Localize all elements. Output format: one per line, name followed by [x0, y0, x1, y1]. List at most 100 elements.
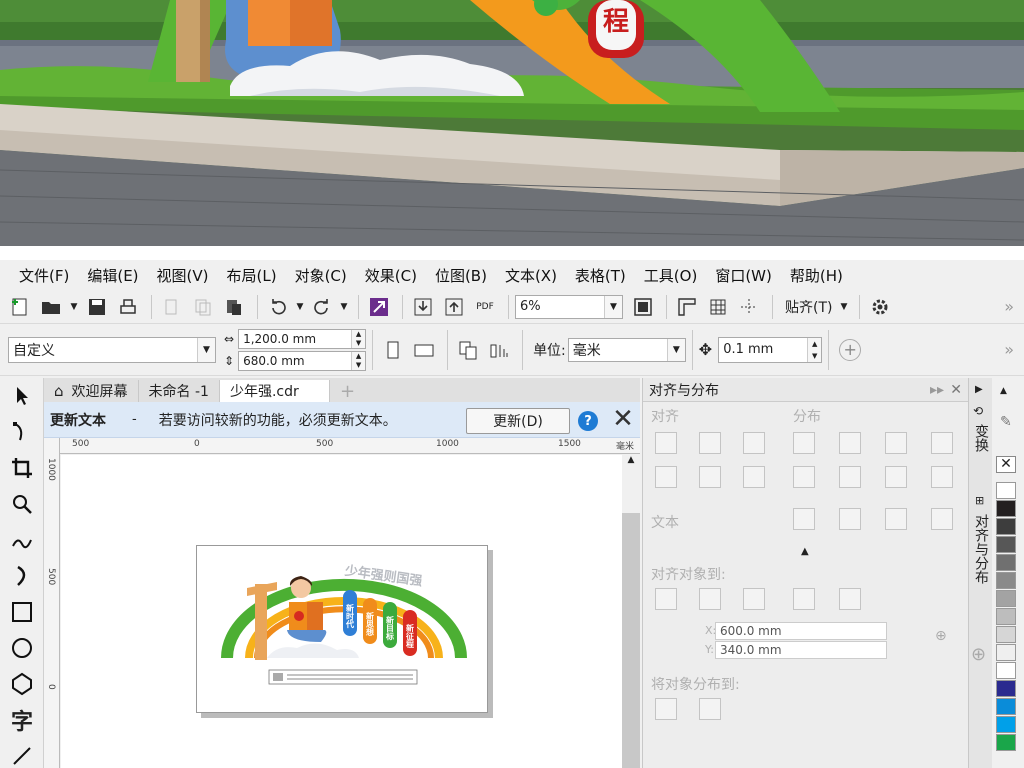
- pick-tool[interactable]: [0, 378, 44, 414]
- import-button[interactable]: [409, 293, 437, 321]
- full-screen-preview-button[interactable]: [629, 293, 657, 321]
- landscape-button[interactable]: [410, 336, 438, 364]
- artistic-media-tool[interactable]: [0, 558, 44, 594]
- portrait-button[interactable]: [379, 336, 407, 364]
- align-option-icon[interactable]: [793, 466, 815, 488]
- color-swatch[interactable]: [996, 734, 1016, 751]
- cut-button[interactable]: [158, 293, 186, 321]
- add-point-icon[interactable]: ⊕: [935, 628, 947, 644]
- menu-item[interactable]: 视图(V): [148, 265, 218, 286]
- align-option-icon[interactable]: [839, 432, 861, 454]
- show-rulers-button[interactable]: [673, 293, 701, 321]
- menu-item[interactable]: 文件(F): [10, 265, 78, 286]
- align-option-icon[interactable]: [743, 466, 765, 488]
- color-swatch[interactable]: [996, 572, 1016, 589]
- save-button[interactable]: [83, 293, 111, 321]
- align-option-icon[interactable]: [743, 432, 765, 454]
- spinner-icon[interactable]: ▲ ▼: [351, 329, 366, 348]
- update-text-button[interactable]: 更新(D): [466, 408, 570, 434]
- align-to-icon[interactable]: [699, 588, 721, 610]
- add-docker-icon[interactable]: ⊕: [971, 644, 986, 665]
- crop-tool[interactable]: [0, 450, 44, 486]
- color-swatch[interactable]: [996, 680, 1016, 697]
- page-width-field[interactable]: 1,200.0 mm ▲ ▼: [238, 328, 367, 349]
- show-guidelines-button[interactable]: [735, 293, 763, 321]
- tab-transform[interactable]: 变换: [971, 424, 991, 452]
- color-swatch[interactable]: [996, 554, 1016, 571]
- text-tool[interactable]: 字: [0, 702, 44, 738]
- options-button[interactable]: [866, 293, 894, 321]
- text-align-icon[interactable]: [793, 508, 815, 530]
- open-button[interactable]: [37, 293, 65, 321]
- menu-item[interactable]: 对象(C): [286, 265, 356, 286]
- color-swatch[interactable]: [996, 482, 1016, 499]
- align-option-icon[interactable]: [699, 466, 721, 488]
- page-preset-combo[interactable]: 自定义 ▼: [8, 336, 216, 363]
- align-to-icon[interactable]: [743, 588, 765, 610]
- align-option-icon[interactable]: [655, 432, 677, 454]
- tab-untitled[interactable]: 未命名 -1: [139, 380, 220, 402]
- align-option-icon[interactable]: [839, 466, 861, 488]
- copy-button[interactable]: [189, 293, 217, 321]
- align-to-icon[interactable]: [839, 588, 861, 610]
- menu-item[interactable]: 窗口(W): [706, 265, 781, 286]
- menu-item[interactable]: 布局(L): [218, 265, 286, 286]
- zoom-tool[interactable]: [0, 486, 44, 522]
- text-align-icon[interactable]: [931, 508, 953, 530]
- menu-item[interactable]: 位图(B): [426, 265, 496, 286]
- toolbar-overflow-icon[interactable]: »: [1004, 297, 1014, 316]
- undo-button[interactable]: [264, 293, 292, 321]
- scrollbar-thumb[interactable]: [622, 513, 640, 768]
- all-pages-button[interactable]: [454, 336, 482, 364]
- units-combo[interactable]: 毫米 ▼: [567, 337, 686, 362]
- color-swatch[interactable]: [996, 500, 1016, 517]
- scroll-right-icon[interactable]: ▶: [975, 384, 983, 395]
- redo-dropdown-button[interactable]: ▼: [339, 293, 349, 321]
- palette-scroll-up-icon[interactable]: ▲: [1000, 386, 1007, 396]
- paste-button[interactable]: [220, 293, 248, 321]
- color-swatch[interactable]: [996, 536, 1016, 553]
- color-swatch[interactable]: [996, 626, 1016, 643]
- horizontal-ruler[interactable]: 500 0 500 1000 1500 毫米: [60, 438, 640, 454]
- menu-item[interactable]: 表格(T): [566, 265, 635, 286]
- section-collapse-icon[interactable]: ▲: [801, 546, 809, 557]
- color-swatch[interactable]: [996, 716, 1016, 733]
- tab-active-document[interactable]: 少年强.cdr: [219, 380, 330, 402]
- color-swatch[interactable]: [996, 698, 1016, 715]
- menu-item[interactable]: 帮助(H): [781, 265, 852, 286]
- color-swatch[interactable]: [996, 662, 1016, 679]
- shape-tool[interactable]: [0, 414, 44, 450]
- align-option-icon[interactable]: [699, 432, 721, 454]
- align-option-icon[interactable]: [655, 466, 677, 488]
- freehand-tool[interactable]: [0, 522, 44, 558]
- export-button[interactable]: [440, 293, 468, 321]
- close-icon[interactable]: ✕: [610, 406, 636, 434]
- current-page-button[interactable]: [485, 336, 513, 364]
- x-position-field[interactable]: 600.0 mm: [715, 622, 887, 640]
- redo-button[interactable]: [308, 293, 336, 321]
- align-option-icon[interactable]: [931, 432, 953, 454]
- color-swatch[interactable]: [996, 590, 1016, 607]
- align-to-icon[interactable]: [655, 588, 677, 610]
- align-option-icon[interactable]: [793, 432, 815, 454]
- distribute-to-icon[interactable]: [699, 698, 721, 720]
- menu-item[interactable]: 效果(C): [356, 265, 426, 286]
- chevron-down-icon[interactable]: ▼: [197, 337, 215, 362]
- docker-expand-icon[interactable]: ▸▸: [930, 382, 944, 398]
- nudge-distance-field[interactable]: 0.1 mm ▲ ▼: [718, 336, 823, 363]
- align-option-icon[interactable]: [885, 432, 907, 454]
- color-swatch[interactable]: [996, 608, 1016, 625]
- print-button[interactable]: [114, 293, 142, 321]
- add-icon[interactable]: +: [839, 338, 862, 361]
- menu-item[interactable]: 文本(X): [496, 265, 566, 286]
- y-position-field[interactable]: 340.0 mm: [715, 641, 887, 659]
- chevron-down-icon[interactable]: ▼: [604, 295, 622, 318]
- page-height-field[interactable]: 680.0 mm ▲ ▼: [238, 350, 367, 371]
- spinner-icon[interactable]: ▲ ▼: [807, 337, 822, 362]
- eyedropper-icon[interactable]: ✎: [1000, 414, 1012, 430]
- close-icon[interactable]: ✕: [950, 382, 962, 398]
- spinner-icon[interactable]: ▲ ▼: [351, 351, 366, 370]
- distribute-to-icon[interactable]: [655, 698, 677, 720]
- ellipse-tool[interactable]: [0, 630, 44, 666]
- propbar-overflow-icon[interactable]: »: [1004, 340, 1014, 359]
